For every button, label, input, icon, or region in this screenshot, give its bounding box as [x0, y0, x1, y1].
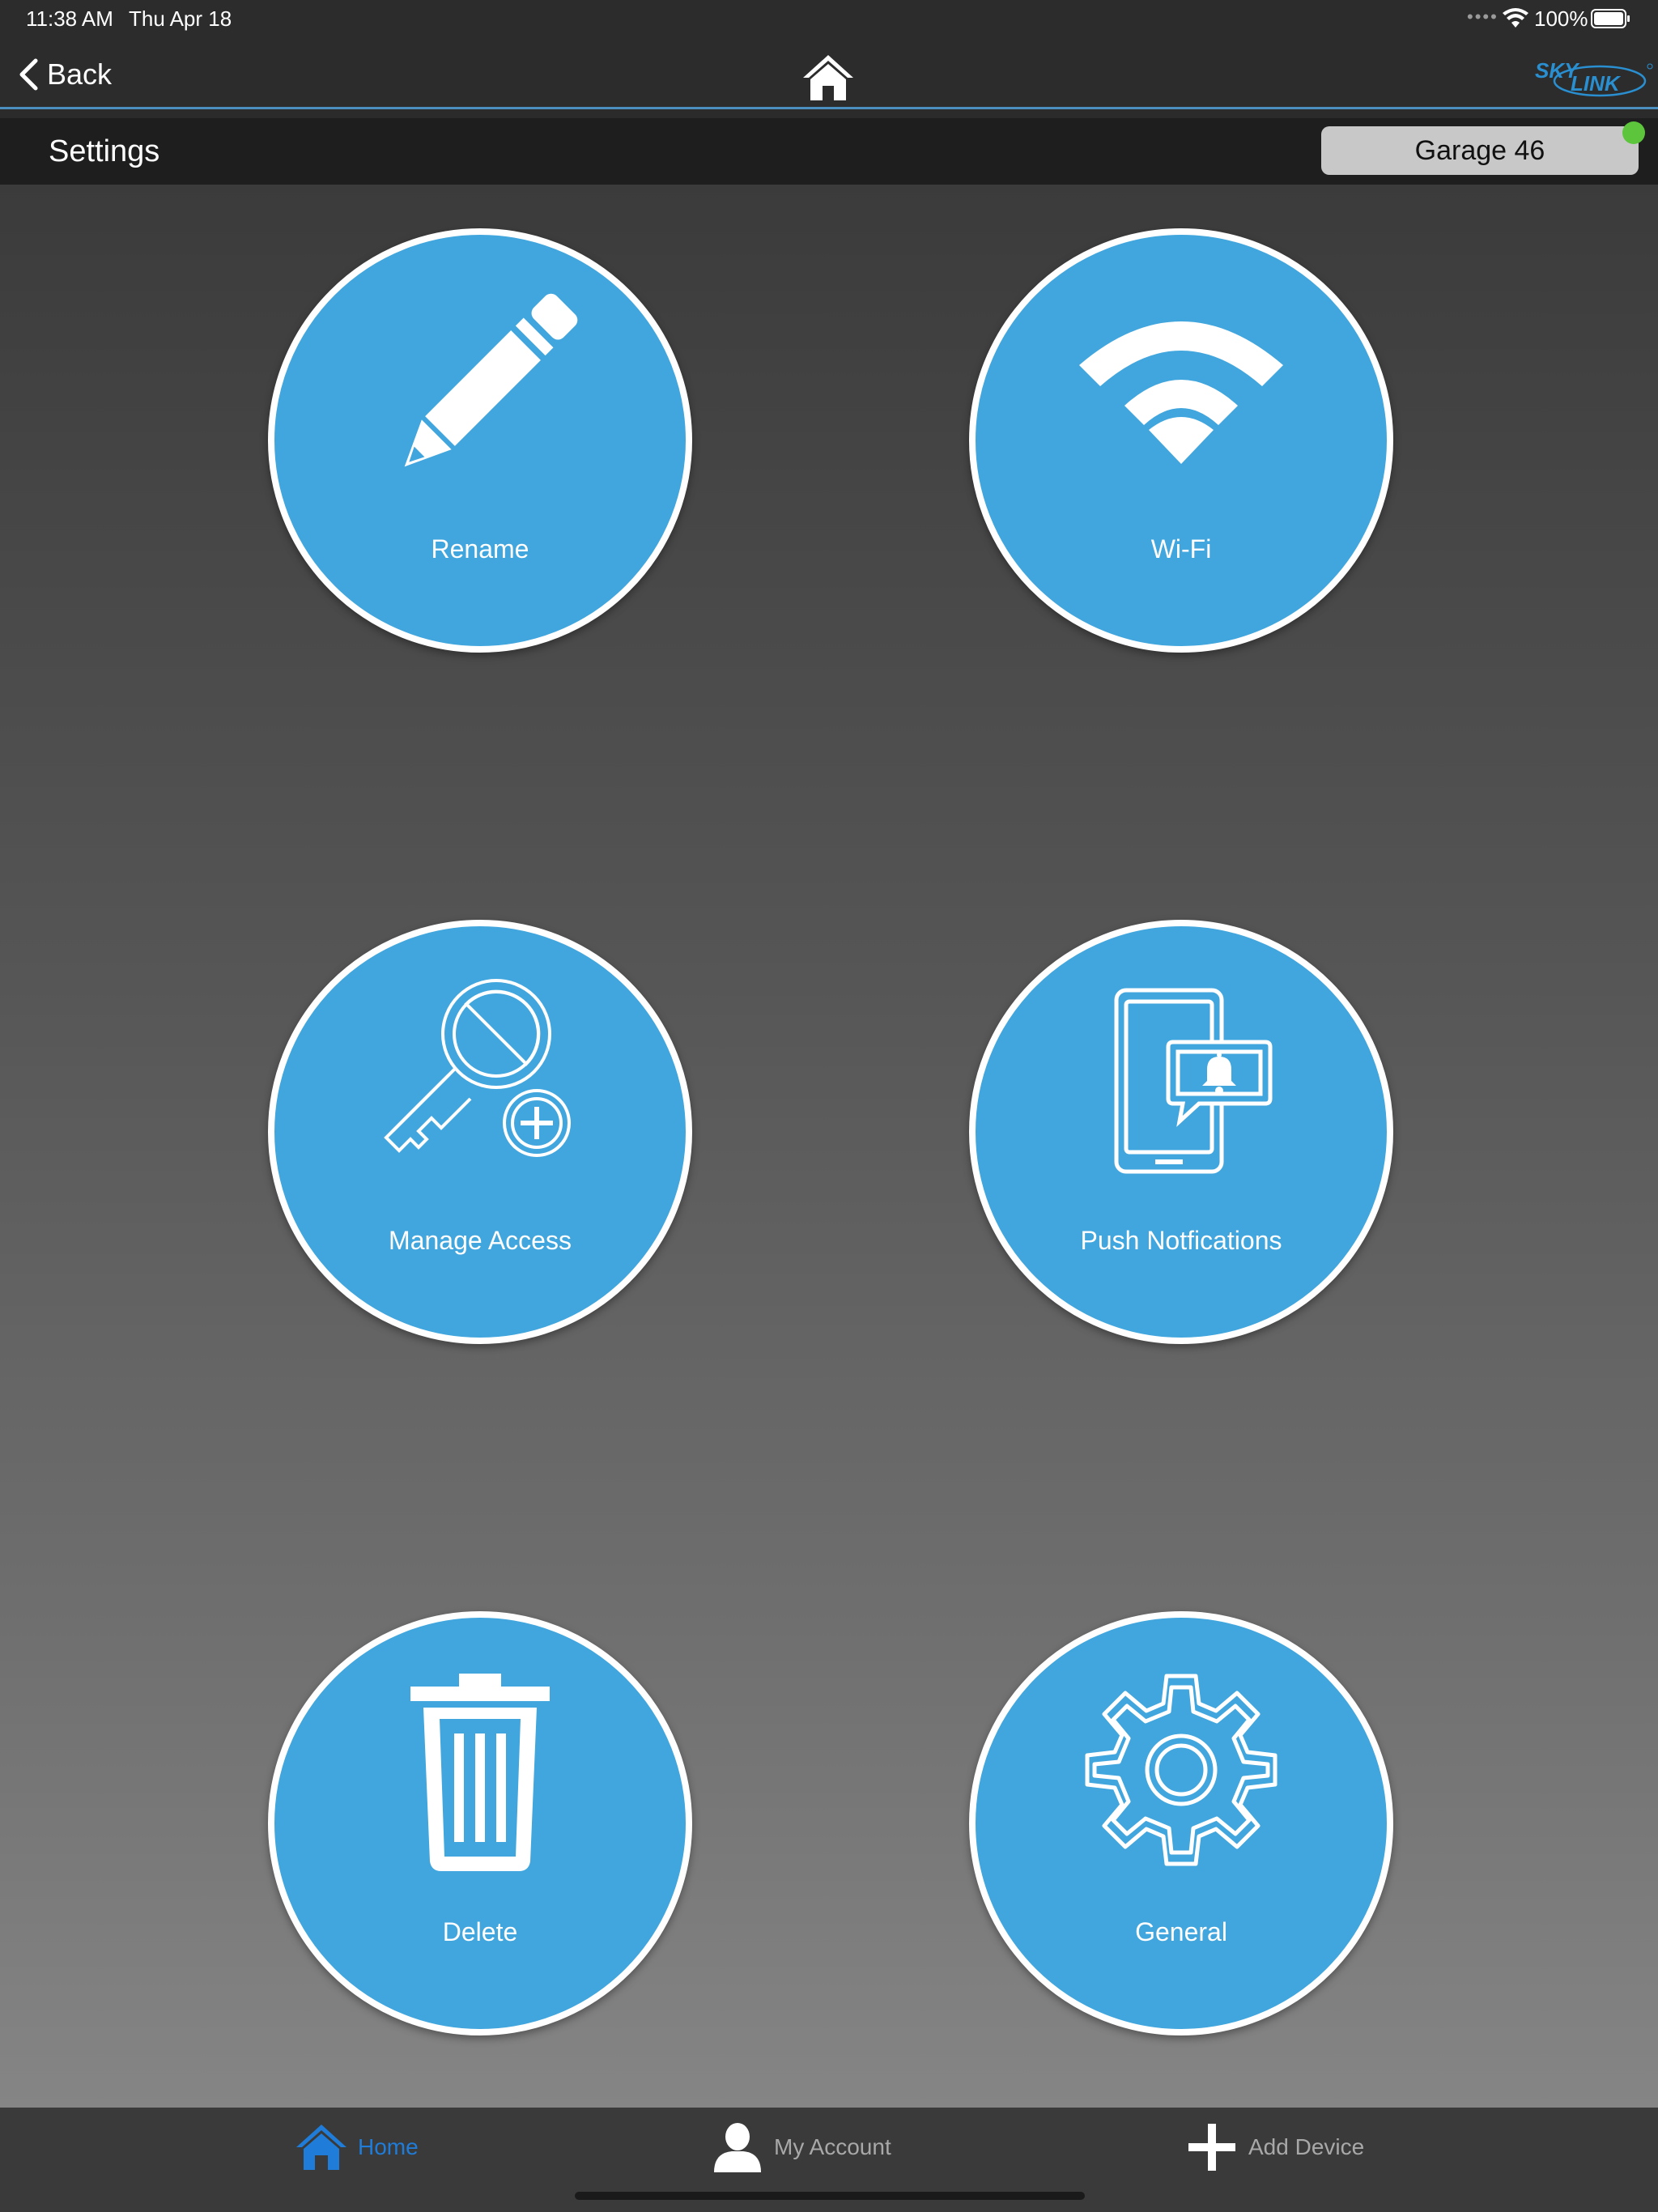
tab-home[interactable]: Home — [296, 2119, 419, 2176]
tab-add-device[interactable]: Add Device — [1187, 2119, 1364, 2176]
wifi-icon — [1079, 321, 1283, 465]
skylink-logo: SKY LINK — [1535, 58, 1653, 97]
pencil-icon — [404, 293, 578, 467]
tab-my-account[interactable]: My Account — [712, 2119, 891, 2176]
home-tab-icon — [296, 2125, 346, 2170]
push-notifications-button[interactable]: Push Notfications — [969, 920, 1393, 1344]
phone-notification-icon — [1114, 988, 1273, 1174]
home-icon[interactable] — [801, 52, 855, 102]
wifi-button[interactable]: Wi-Fi — [969, 228, 1393, 653]
header-bar: Settings Garage 46 — [0, 118, 1658, 185]
rename-button[interactable]: Rename — [268, 228, 692, 653]
manage-access-button[interactable]: Manage Access — [268, 920, 692, 1344]
battery-percent: 100% — [1534, 6, 1588, 31]
tab-home-label: Home — [358, 2134, 419, 2159]
back-button[interactable]: Back — [18, 57, 112, 92]
cellular-dots-icon: •••• — [1467, 6, 1499, 27]
status-time: 11:38 AM — [26, 6, 113, 31]
plus-icon — [1188, 2124, 1235, 2171]
delete-label: Delete — [442, 1917, 518, 1946]
settings-grid: Rename Wi-Fi Manage Access Push Notficat… — [0, 185, 1658, 2108]
chevron-left-icon — [19, 58, 38, 91]
online-status-dot — [1622, 121, 1645, 144]
status-date: Thu Apr 18 — [129, 6, 232, 31]
trash-icon — [410, 1674, 550, 1872]
tab-my-account-label: My Account — [774, 2134, 891, 2159]
delete-button[interactable]: Delete — [268, 1611, 692, 2035]
manage-access-label: Manage Access — [389, 1226, 572, 1255]
svg-text:LINK: LINK — [1571, 71, 1622, 96]
wifi-label: Wi-Fi — [1150, 534, 1212, 564]
tab-bar: Home My Account Add Device — [0, 2108, 1658, 2212]
general-label: General — [1135, 1917, 1227, 1946]
key-add-icon — [384, 979, 571, 1158]
status-bar: 11:38 AM Thu Apr 18 •••• 100% — [0, 0, 1658, 39]
user-icon — [714, 2123, 761, 2172]
general-button[interactable]: General — [969, 1611, 1393, 2035]
battery-icon — [1591, 9, 1630, 28]
device-name: Garage 46 — [1414, 134, 1545, 166]
gear-icon — [1085, 1674, 1278, 1866]
wifi-status-icon — [1503, 8, 1528, 28]
home-indicator — [575, 2192, 1085, 2200]
page-title: Settings — [49, 134, 160, 168]
nav-bar: Back SKY LINK — [0, 39, 1658, 109]
tab-add-device-label: Add Device — [1248, 2134, 1365, 2159]
back-label: Back — [47, 57, 113, 91]
rename-label: Rename — [431, 534, 529, 564]
device-selector-button[interactable]: Garage 46 — [1321, 126, 1639, 175]
push-notifications-label: Push Notfications — [1080, 1226, 1282, 1255]
